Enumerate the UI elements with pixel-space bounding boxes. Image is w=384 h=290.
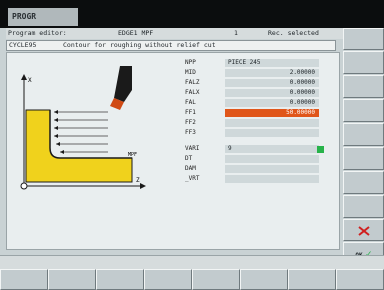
bottom-info-strip — [0, 255, 384, 269]
param-value-npp[interactable]: PIECE 245 — [225, 59, 319, 67]
param-label-ff1: FF1 — [185, 109, 196, 116]
softkey-right-7[interactable] — [343, 171, 384, 194]
param-value-ff2[interactable] — [225, 119, 319, 127]
param-label-vari: VARI — [185, 145, 200, 152]
softkey-right-6[interactable] — [343, 147, 384, 170]
param-label-ff2: FF2 — [185, 119, 196, 126]
param-label-mid: MID — [185, 69, 196, 76]
param-value-ff1[interactable]: 50.00000 — [225, 109, 319, 117]
param-label-ff3: FF3 — [185, 129, 196, 136]
softkey-right-4[interactable] — [343, 99, 384, 122]
softkey-right-3[interactable] — [343, 75, 384, 98]
param-value-falz[interactable]: 0.00000 — [225, 79, 319, 87]
param-value-vrt[interactable] — [225, 175, 319, 183]
softkey-bottom-1[interactable] — [0, 269, 48, 290]
toggle-indicator[interactable] — [317, 146, 324, 153]
channel-number: 1 — [234, 29, 238, 37]
selection-state: Rec. selected — [268, 29, 319, 37]
param-value-ff3[interactable] — [225, 129, 319, 137]
param-label-vrt: _VRT — [185, 175, 200, 182]
cycle-name: CYCLE95 — [9, 41, 37, 49]
cycle-description: Contour for roughing without relief cut — [63, 41, 216, 49]
mode-tab[interactable]: PROGR — [8, 8, 78, 26]
status-label: Program editor: — [8, 29, 67, 37]
origin-marker — [20, 182, 28, 190]
param-label-dam: DAM — [185, 165, 196, 172]
param-value-falx[interactable]: 0.00000 — [225, 89, 319, 97]
softkey-bottom-4[interactable] — [144, 269, 192, 290]
softkey-bottom-7[interactable] — [288, 269, 336, 290]
param-label-fal: FAL — [185, 99, 196, 106]
softkey-bottom-6[interactable] — [240, 269, 288, 290]
param-value-vari[interactable]: 9 — [225, 145, 319, 153]
param-value-dt[interactable] — [225, 155, 319, 163]
softkey-bottom-3[interactable] — [96, 269, 144, 290]
softkey-right-8[interactable] — [343, 195, 384, 218]
param-label-falz: FALZ — [185, 79, 200, 86]
softkey-bottom-2[interactable] — [48, 269, 96, 290]
contour-sketch: X Z MPF — [20, 60, 160, 193]
softkey-right-2[interactable] — [343, 51, 384, 74]
softkey-right-5[interactable] — [343, 123, 384, 146]
param-value-fal[interactable]: 0.00000 — [225, 99, 319, 107]
softkey-abort[interactable] — [343, 219, 384, 241]
softkey-right-1[interactable] — [343, 28, 384, 50]
z-axis-label: Z — [136, 177, 140, 184]
param-value-mid[interactable]: 2.00000 — [225, 69, 319, 77]
cycle-title-bar: CYCLE95 Contour for roughing without rel… — [6, 40, 336, 51]
x-axis-label: X — [28, 77, 32, 84]
finish-label: MPF — [128, 152, 137, 158]
program-name: EDGE1 MPF — [118, 29, 154, 37]
softkey-bottom-8[interactable] — [336, 269, 384, 290]
status-bar: Program editor: EDGE1 MPF 1 Rec. selecte… — [6, 28, 346, 39]
abort-icon — [357, 226, 370, 236]
softkey-bottom-5[interactable] — [192, 269, 240, 290]
param-label-falx: FALX — [185, 89, 200, 96]
param-label-npp: NPP — [185, 59, 196, 66]
param-label-dt: DT — [185, 155, 193, 162]
param-value-dam[interactable] — [225, 165, 319, 173]
